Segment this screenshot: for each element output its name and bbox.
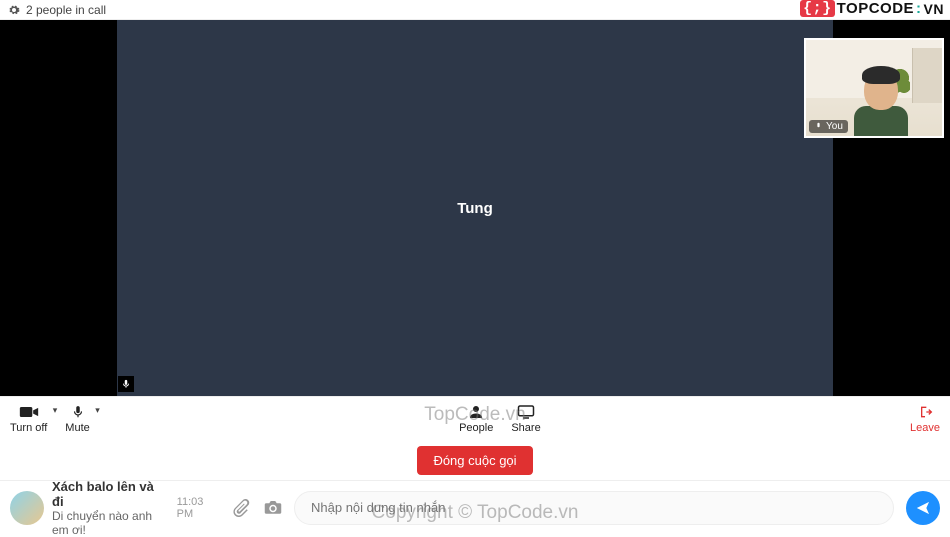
people-icon	[467, 403, 485, 421]
people-button[interactable]: People	[459, 403, 493, 434]
message-time: 11:03 PM	[177, 496, 220, 520]
watermark-logo: {;} TOPCODE:VN	[796, 0, 948, 18]
camera-button[interactable]: ▾ Turn off	[10, 403, 47, 434]
camera-icon	[19, 403, 39, 421]
remote-participant-name: Tung	[457, 200, 493, 217]
controls-right: Leave	[910, 403, 940, 434]
end-call-button[interactable]: Đóng cuộc gọi	[417, 446, 532, 475]
self-label: You	[809, 120, 848, 133]
call-controls: ▾ Turn off ▾ Mute People Share	[0, 396, 950, 440]
last-message[interactable]: Xách balo lên và đi Di chuyển nào anh em…	[10, 479, 220, 537]
self-video-tile[interactable]: You	[804, 38, 944, 138]
chevron-down-icon[interactable]: ▾	[53, 405, 58, 416]
send-button[interactable]	[906, 491, 940, 525]
mic-button[interactable]: ▾ Mute	[65, 403, 89, 434]
logo-vn: VN	[924, 1, 944, 17]
leave-label: Leave	[910, 422, 940, 434]
controls-left: ▾ Turn off ▾ Mute	[10, 403, 90, 434]
mic-label: Mute	[65, 422, 89, 434]
chevron-down-icon[interactable]: ▾	[95, 405, 100, 416]
chat-tools	[232, 499, 282, 517]
leave-icon	[916, 403, 934, 421]
leave-button[interactable]: Leave	[910, 403, 940, 434]
remote-mic-indicator	[118, 376, 134, 392]
mic-icon	[71, 403, 85, 421]
end-call-row: Đóng cuộc gọi	[0, 440, 950, 480]
logo-brace: {;}	[800, 0, 835, 17]
message-title: Xách balo lên và đi	[52, 479, 169, 509]
share-button[interactable]: Share	[511, 403, 540, 434]
logo-dot: :	[916, 0, 922, 17]
camera-photo-icon[interactable]	[264, 499, 282, 517]
attach-icon[interactable]	[232, 499, 250, 517]
message-subtitle: Di chuyển nào anh em ơi!	[52, 509, 169, 537]
video-area: Tung You	[0, 20, 950, 396]
chat-footer: Xách balo lên và đi Di chuyển nào anh em…	[0, 480, 950, 534]
self-label-text: You	[826, 121, 843, 132]
logo-text: TOPCODE	[837, 0, 914, 17]
avatar	[10, 491, 44, 525]
share-label: Share	[511, 422, 540, 434]
camera-label: Turn off	[10, 422, 47, 434]
people-label: People	[459, 422, 493, 434]
controls-center: People Share	[459, 403, 541, 434]
call-status-text: 2 people in call	[26, 3, 106, 17]
message-input[interactable]	[294, 491, 894, 525]
share-icon	[517, 403, 535, 421]
remote-video-tile[interactable]: Tung	[117, 20, 833, 396]
gear-icon[interactable]	[8, 4, 20, 16]
